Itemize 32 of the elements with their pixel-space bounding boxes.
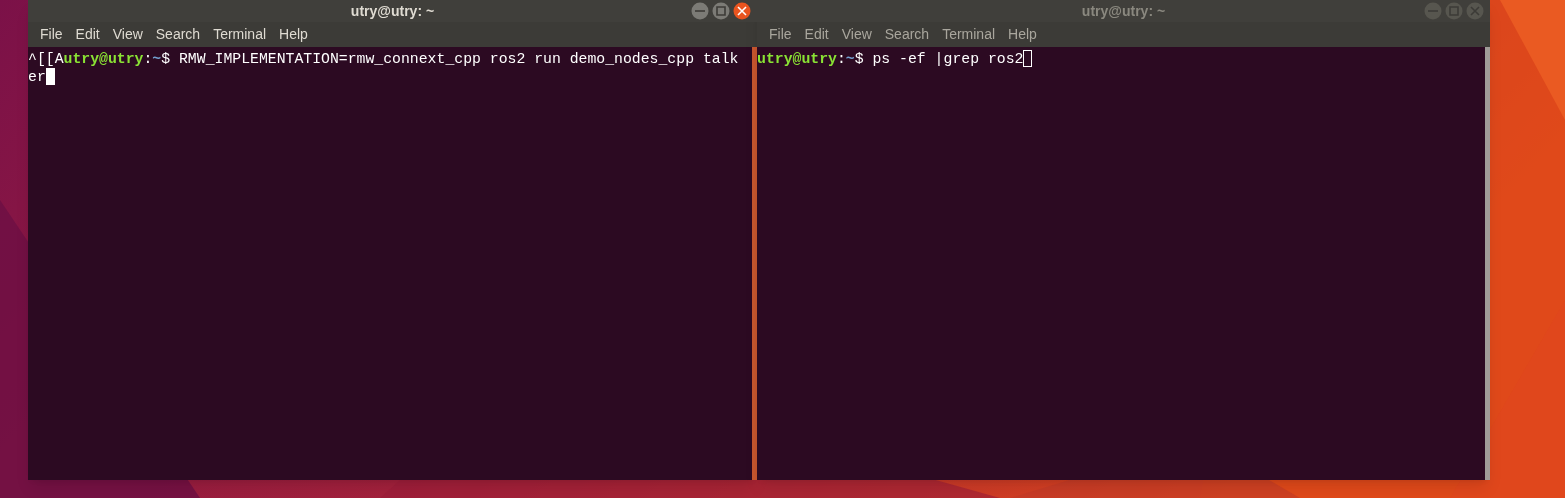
menu-item[interactable]: Help [1002,24,1043,45]
scrollbar[interactable] [1485,47,1490,480]
terminal-text: $ ps -ef |grep ros2 [854,50,1024,68]
menu-item[interactable]: View [835,24,878,45]
maximize-button[interactable] [1445,2,1463,20]
terminal-text: er [28,68,46,86]
terminal-text: ^[[A [28,50,64,68]
menu-item[interactable]: Search [149,24,207,45]
menu-item[interactable]: Edit [798,24,835,45]
terminal-text: : [836,50,846,68]
menu-item[interactable]: File [763,24,798,45]
menu-item[interactable]: Terminal [936,24,1002,45]
window-title: utry@utry: ~ [350,1,435,21]
prompt-user: utry@utry [757,50,837,68]
close-button[interactable] [733,2,751,20]
terminal-text: : [143,50,153,68]
menu-item[interactable]: View [106,24,149,45]
menu-item[interactable]: Help [273,24,314,45]
terminal-text: $ RMW_IMPLEMENTATION=rmw_connext_cpp ros2 run demo_nodes_cpp talk [161,50,739,68]
menu-item[interactable]: Terminal [207,24,273,45]
text-cursor [1023,50,1033,67]
menu-item[interactable]: File [34,24,69,45]
prompt-path: ~ [152,50,162,68]
prompt-path: ~ [845,50,855,68]
window-title: utry@utry: ~ [1081,1,1166,21]
menu-item[interactable]: Search [878,24,936,45]
scrollbar[interactable] [752,47,757,480]
prompt-user: utry@utry [63,50,144,68]
menu-item[interactable]: Edit [69,24,106,45]
text-cursor [45,68,55,85]
minimize-button[interactable] [691,2,709,20]
minimize-button[interactable] [1424,2,1442,20]
